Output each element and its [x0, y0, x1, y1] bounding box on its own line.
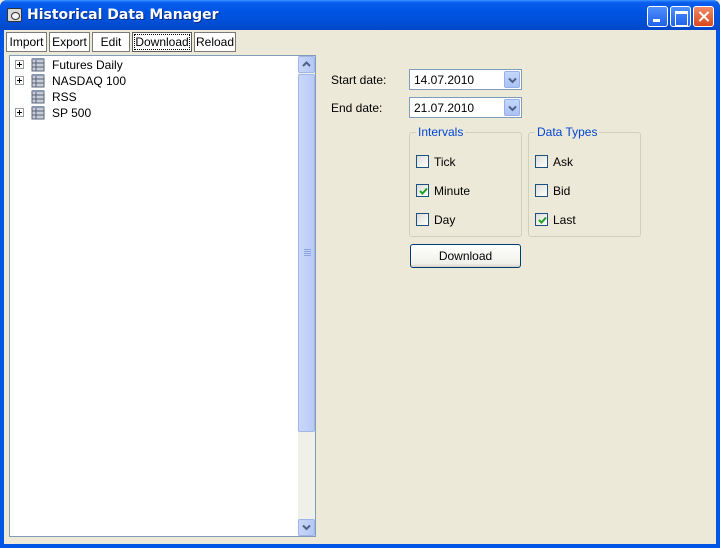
minimize-button[interactable] [647, 6, 668, 27]
database-icon [31, 106, 45, 120]
export-button[interactable]: Export [49, 32, 90, 52]
client-area: Import Export Edit Download Reload Futur… [4, 30, 716, 544]
tree-item-sp-500[interactable]: SP 500 [10, 105, 290, 121]
tree-scrollbar[interactable] [298, 56, 315, 536]
data-types-group: Data Types Ask Bid Last [528, 125, 641, 237]
app-window: Historical Data Manager Import Export Ed… [0, 0, 720, 548]
intervals-group-title: Intervals [416, 125, 466, 139]
start-date-dropdown-button[interactable] [504, 71, 520, 88]
import-button[interactable]: Import [6, 32, 47, 52]
tree-item-nasdaq-100[interactable]: NASDAQ 100 [10, 73, 290, 89]
day-checkbox[interactable] [416, 213, 429, 226]
data-tree[interactable]: Futures Daily NASDAQ 100 RSS SP 500 [9, 55, 316, 537]
tree-item-label: RSS [52, 90, 77, 104]
bid-checkbox[interactable] [535, 184, 548, 197]
data-types-group-title: Data Types [535, 125, 600, 139]
window-title: Historical Data Manager [27, 7, 219, 23]
start-date-picker[interactable]: 14.07.2010 [409, 69, 522, 90]
edit-button[interactable]: Edit [92, 32, 130, 52]
tree-item-label: NASDAQ 100 [52, 74, 127, 88]
reload-button[interactable]: Reload [194, 32, 236, 52]
database-icon [31, 58, 45, 72]
chevron-down-icon [508, 105, 517, 112]
minute-checkbox[interactable] [416, 184, 429, 197]
tree-item-futures-daily[interactable]: Futures Daily [10, 57, 290, 73]
chevron-up-icon [302, 61, 311, 67]
scroll-up-button[interactable] [298, 56, 315, 73]
tick-label: Tick [434, 155, 456, 169]
end-date-picker[interactable]: 21.07.2010 [409, 97, 522, 118]
check-mark-icon [538, 216, 547, 224]
bid-label: Bid [553, 184, 571, 198]
expand-icon[interactable] [15, 108, 24, 117]
title-bar[interactable]: Historical Data Manager [0, 0, 720, 30]
end-date-dropdown-button[interactable] [504, 99, 520, 116]
last-checkbox[interactable] [535, 213, 548, 226]
tick-checkbox[interactable] [416, 155, 429, 168]
grip-icon [304, 249, 311, 257]
start-date-value: 14.07.2010 [414, 73, 475, 87]
expand-icon[interactable] [15, 60, 24, 69]
close-button[interactable] [693, 6, 714, 27]
download-button[interactable]: Download [410, 244, 521, 268]
chevron-down-icon [508, 77, 517, 84]
start-date-label: Start date: [331, 73, 387, 87]
tree-item-label: SP 500 [52, 106, 92, 120]
check-mark-icon [419, 187, 428, 195]
tree-item-rss[interactable]: RSS [10, 89, 290, 105]
app-icon[interactable] [7, 8, 22, 22]
scroll-thumb[interactable] [298, 74, 315, 432]
minute-label: Minute [434, 184, 471, 198]
tree-item-label: Futures Daily [52, 58, 123, 72]
download-tab-button[interactable]: Download [132, 32, 192, 52]
end-date-label: End date: [331, 101, 383, 115]
ask-checkbox[interactable] [535, 155, 548, 168]
database-icon [31, 90, 45, 104]
ask-label: Ask [553, 155, 574, 169]
scroll-down-button[interactable] [298, 519, 315, 536]
maximize-button[interactable] [670, 6, 691, 27]
chevron-down-icon [302, 524, 311, 531]
day-label: Day [434, 213, 456, 227]
database-icon [31, 74, 45, 88]
expand-icon[interactable] [15, 76, 24, 85]
last-label: Last [553, 213, 576, 227]
end-date-value: 21.07.2010 [414, 101, 475, 115]
intervals-group: Intervals Tick Minute Day [409, 125, 522, 237]
